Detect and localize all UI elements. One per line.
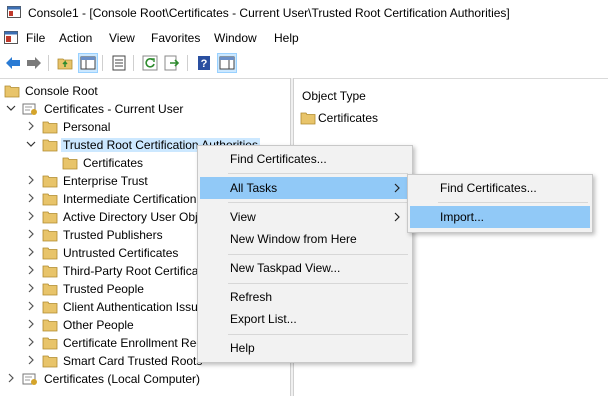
- menu-window[interactable]: Window: [214, 31, 257, 45]
- menu-action[interactable]: Action: [59, 31, 92, 45]
- show-hide-action-pane-button[interactable]: [217, 53, 237, 73]
- certificate-store-icon: [22, 103, 37, 115]
- menu-separator: [228, 283, 408, 284]
- folder-icon: [62, 157, 78, 170]
- toolbar-separator: [133, 55, 134, 71]
- chevron-right-icon[interactable]: [26, 283, 36, 293]
- chevron-right-icon[interactable]: [26, 265, 36, 275]
- refresh-icon: [142, 55, 158, 71]
- title-bar: Console1 - [Console Root\Certificates - …: [0, 0, 608, 26]
- chevron-right-icon[interactable]: [26, 301, 36, 311]
- submenu-arrow-icon: [394, 183, 400, 193]
- submenu-item-find-certificates[interactable]: Find Certificates...: [410, 177, 590, 199]
- chevron-right-icon[interactable]: [26, 229, 36, 239]
- chevron-down-icon[interactable]: [26, 139, 36, 149]
- folder-icon: [4, 85, 20, 98]
- menu-item-new-taskpad-view[interactable]: New Taskpad View...: [200, 257, 410, 279]
- toolbar-separator: [187, 55, 188, 71]
- forward-arrow-icon: [27, 57, 41, 69]
- mmc-app-icon: [7, 6, 21, 18]
- folder-icon: [42, 355, 58, 368]
- chevron-right-icon[interactable]: [26, 247, 36, 257]
- chevron-right-icon[interactable]: [26, 211, 36, 221]
- tree-item-certificates-current-user[interactable]: Certificates - Current User: [0, 100, 290, 118]
- folder-icon: [42, 265, 58, 278]
- menu-item-all-tasks[interactable]: All Tasks: [200, 177, 410, 199]
- tree-item-certificates-local-computer[interactable]: Certificates (Local Computer): [0, 370, 290, 388]
- toolbar: ?: [0, 50, 608, 76]
- export-list-icon: [164, 55, 180, 71]
- folder-icon: [42, 175, 58, 188]
- chevron-down-icon[interactable]: [6, 103, 16, 113]
- svg-text:?: ?: [201, 58, 208, 70]
- menu-item-find-certificates[interactable]: Find Certificates...: [200, 148, 410, 170]
- menu-favorites[interactable]: Favorites: [151, 31, 200, 45]
- folder-icon: [300, 112, 316, 125]
- show-hide-tree-icon: [80, 56, 96, 70]
- chevron-right-icon[interactable]: [26, 319, 36, 329]
- chevron-right-icon[interactable]: [26, 337, 36, 347]
- menu-file[interactable]: File: [26, 31, 45, 45]
- folder-icon: [42, 247, 58, 260]
- tree-item-console-root[interactable]: Console Root: [0, 82, 290, 100]
- menu-item-export-list[interactable]: Export List...: [200, 308, 410, 330]
- window-title: Console1 - [Console Root\Certificates - …: [28, 6, 510, 20]
- export-list-button[interactable]: [162, 53, 182, 73]
- folder-icon: [42, 211, 58, 224]
- folder-icon: [42, 229, 58, 242]
- folder-icon: [42, 121, 58, 134]
- menu-separator: [438, 202, 588, 203]
- help-icon: ?: [198, 56, 210, 70]
- menu-separator: [228, 254, 408, 255]
- properties-button[interactable]: [109, 53, 129, 73]
- folder-icon: [42, 193, 58, 206]
- up-folder-icon: [57, 58, 73, 70]
- menu-view[interactable]: View: [109, 31, 135, 45]
- folder-icon: [42, 337, 58, 350]
- toolbar-separator: [48, 55, 49, 71]
- column-header-object-type[interactable]: Object Type: [302, 89, 366, 103]
- menu-separator: [228, 334, 408, 335]
- menu-separator: [228, 173, 408, 174]
- folder-icon: [42, 319, 58, 332]
- folder-icon: [42, 283, 58, 296]
- tree-item-personal[interactable]: Personal: [0, 118, 290, 136]
- menu-item-help[interactable]: Help: [200, 337, 410, 359]
- menu-help[interactable]: Help: [274, 31, 299, 45]
- chevron-right-icon[interactable]: [26, 355, 36, 365]
- show-hide-console-tree-button[interactable]: [78, 53, 98, 73]
- certificate-store-icon: [22, 373, 37, 385]
- back-arrow-icon: [6, 57, 20, 69]
- menu-item-refresh[interactable]: Refresh: [200, 286, 410, 308]
- all-tasks-submenu: Find Certificates... Import...: [407, 174, 593, 233]
- chevron-right-icon[interactable]: [26, 193, 36, 203]
- back-button[interactable]: [3, 53, 23, 73]
- system-menu-icon[interactable]: [4, 31, 18, 44]
- menu-separator: [228, 202, 408, 203]
- refresh-button[interactable]: [140, 53, 160, 73]
- submenu-item-import[interactable]: Import...: [410, 206, 590, 228]
- submenu-arrow-icon: [394, 212, 400, 222]
- chevron-right-icon[interactable]: [26, 121, 36, 131]
- menu-item-new-window-from-here[interactable]: New Window from Here: [200, 228, 410, 250]
- toolbar-separator: [102, 55, 103, 71]
- up-one-level-button[interactable]: [55, 53, 75, 73]
- forward-button[interactable]: [24, 53, 44, 73]
- menu-item-view[interactable]: View: [200, 206, 410, 228]
- context-menu: Find Certificates... All Tasks View New …: [197, 145, 413, 363]
- chevron-right-icon[interactable]: [26, 175, 36, 185]
- help-button[interactable]: ?: [194, 53, 214, 73]
- chevron-right-icon[interactable]: [6, 373, 16, 383]
- folder-icon: [42, 301, 58, 314]
- folder-open-icon: [42, 139, 58, 152]
- show-hide-action-pane-icon: [219, 56, 235, 70]
- properties-icon: [112, 55, 126, 71]
- menu-bar: File Action View Favorites Window Help: [0, 28, 608, 48]
